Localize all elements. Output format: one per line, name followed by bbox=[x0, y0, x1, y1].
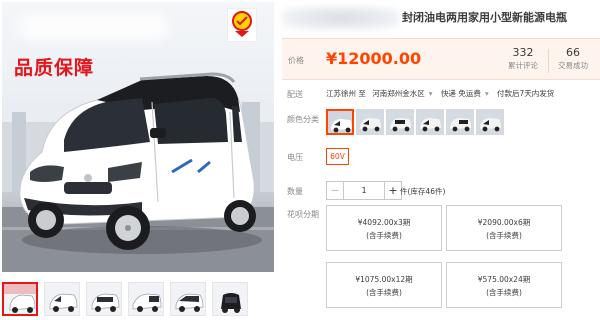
product-title: 封闭油电两用家用小型新能源电瓶 bbox=[402, 11, 567, 24]
reviews-count: 332 bbox=[512, 46, 534, 59]
voltage-label: 电压 bbox=[287, 153, 303, 162]
thumbnail-6[interactable] bbox=[212, 282, 248, 316]
thumbnail-4[interactable] bbox=[128, 282, 164, 316]
thumbnail-1[interactable] bbox=[2, 282, 38, 316]
installment-fee: (含手续费) bbox=[486, 231, 522, 240]
installment-option-3[interactable]: ¥4092.00x3期 (含手续费) bbox=[326, 205, 442, 251]
brand-logo bbox=[227, 8, 257, 42]
installment-amount: ¥2090.00x6期 bbox=[477, 218, 531, 227]
thumbnail-strip bbox=[2, 282, 248, 316]
installment-fee: (含手续费) bbox=[366, 231, 402, 240]
stock-text: 件(库存46件) bbox=[400, 187, 446, 196]
shipping-info: 江苏徐州 至 河南郑州金水区 ▾ 快递 免运费 ▾ 付款后7天内发货 bbox=[326, 88, 558, 99]
color-swatch-3[interactable] bbox=[386, 109, 414, 135]
color-swatch-5[interactable] bbox=[446, 109, 474, 135]
sales-label: 交易成功 bbox=[558, 61, 588, 70]
color-swatch-list bbox=[326, 109, 504, 135]
blurred-brand-watermark bbox=[18, 14, 168, 40]
shipping-destination[interactable]: 河南郑州金水区 bbox=[372, 89, 425, 98]
price-label: 价格 bbox=[288, 56, 304, 65]
color-swatch-1[interactable] bbox=[326, 109, 354, 135]
stat-divider bbox=[548, 49, 549, 73]
thumbnail-3[interactable] bbox=[86, 282, 122, 316]
installment-label: 花呗分期 bbox=[287, 210, 319, 219]
installment-amount: ¥1075.00x12期 bbox=[355, 275, 413, 284]
shipping-label: 配送 bbox=[287, 90, 303, 99]
car-illustration bbox=[2, 72, 274, 272]
installment-fee: (含手续费) bbox=[486, 288, 522, 297]
color-swatch-2[interactable] bbox=[356, 109, 384, 135]
sales-stat: 66 交易成功 bbox=[558, 46, 588, 71]
shipping-origin: 江苏徐州 至 bbox=[326, 89, 366, 98]
installment-option-6[interactable]: ¥2090.00x6期 (含手续费) bbox=[446, 205, 562, 251]
quantity-stepper: − 1 + bbox=[326, 181, 402, 200]
installment-amount: ¥4092.00x3期 bbox=[357, 218, 411, 227]
price-value: ¥12000.00 bbox=[326, 49, 422, 68]
quality-banner-text: 品质保障 bbox=[14, 57, 95, 79]
thumbnail-2[interactable] bbox=[44, 282, 80, 316]
color-swatch-4[interactable] bbox=[416, 109, 444, 135]
quantity-decrease-button[interactable]: − bbox=[326, 181, 344, 200]
express-chevron-icon[interactable]: ▾ bbox=[485, 89, 489, 98]
destination-chevron-icon[interactable]: ▾ bbox=[429, 89, 433, 98]
main-product-image[interactable]: 品质保障 bbox=[2, 2, 274, 272]
shipping-note: 付款后7天内发货 bbox=[496, 89, 555, 98]
blurred-brand-name bbox=[282, 6, 400, 30]
installment-fee: (含手续费) bbox=[366, 288, 402, 297]
voltage-option-60v[interactable]: 60V bbox=[326, 148, 349, 165]
thumbnail-5[interactable] bbox=[170, 282, 206, 316]
price-panel: 价格 ¥12000.00 332 累计评论 66 交易成功 bbox=[282, 38, 600, 80]
quantity-input[interactable]: 1 bbox=[344, 181, 384, 200]
quantity-label: 数量 bbox=[287, 187, 303, 196]
installment-option-24[interactable]: ¥575.00x24期 (含手续费) bbox=[446, 262, 562, 308]
sales-count: 66 bbox=[566, 46, 580, 59]
installment-amount: ¥575.00x24期 bbox=[477, 275, 531, 284]
color-swatch-6[interactable] bbox=[476, 109, 504, 135]
reviews-stat[interactable]: 332 累计评论 bbox=[508, 46, 538, 71]
reviews-label: 累计评论 bbox=[508, 61, 538, 70]
color-label: 颜色分类 bbox=[287, 115, 319, 124]
installment-option-12[interactable]: ¥1075.00x12期 (含手续费) bbox=[326, 262, 442, 308]
shipping-express[interactable]: 快递 免运费 bbox=[441, 89, 481, 98]
